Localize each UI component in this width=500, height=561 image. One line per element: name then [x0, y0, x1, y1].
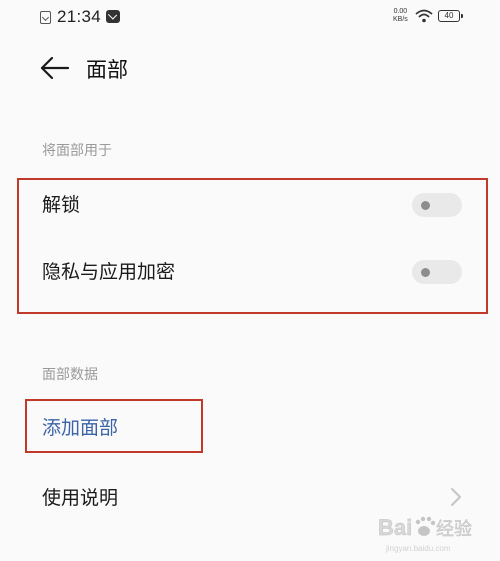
setting-row-unlock[interactable]: 解锁	[42, 184, 462, 224]
status-bar: 21:34 0.00 KB/s 40	[0, 0, 500, 36]
svg-text:Bai: Bai	[378, 515, 412, 540]
network-speed: 0.00 KB/s	[393, 8, 408, 24]
watermark-logo: Bai 经验 jingyan.baidu.com	[378, 505, 498, 555]
add-face-row[interactable]: 添加面部	[42, 407, 462, 447]
usage-instructions-label: 使用说明	[42, 487, 119, 509]
back-arrow-icon	[40, 56, 70, 80]
setting-row-privacy-app-encryption[interactable]: 隐私与应用加密	[42, 251, 462, 291]
page-title: 面部	[86, 58, 128, 82]
network-speed-unit: KB/s	[393, 16, 408, 23]
app-bar: 面部	[0, 48, 500, 88]
back-button[interactable]	[38, 54, 72, 82]
battery-icon: 40	[438, 10, 463, 22]
toggle-knob	[421, 268, 430, 277]
unlock-toggle[interactable]	[412, 193, 462, 217]
sim-icon	[40, 11, 51, 24]
toggle-knob	[421, 201, 430, 210]
chevron-right-icon	[451, 488, 461, 506]
add-face-link[interactable]: 添加面部	[42, 413, 118, 440]
battery-level: 40	[444, 11, 454, 20]
setting-label-unlock: 解锁	[42, 194, 81, 216]
network-speed-value: 0.00	[393, 8, 408, 15]
privacy-app-encryption-toggle[interactable]	[412, 260, 462, 284]
svg-text:经验: 经验	[436, 519, 472, 540]
svg-text:jingyan.baidu.com: jingyan.baidu.com	[385, 544, 451, 553]
wifi-icon	[415, 9, 433, 28]
section-header-face-data: 面部数据	[42, 367, 98, 383]
section-header-use-face-for: 将面部用于	[42, 143, 112, 159]
mail-notification-icon	[106, 10, 120, 23]
status-time: 21:34	[57, 7, 102, 26]
setting-label-privacy-app-encryption: 隐私与应用加密	[42, 261, 176, 283]
